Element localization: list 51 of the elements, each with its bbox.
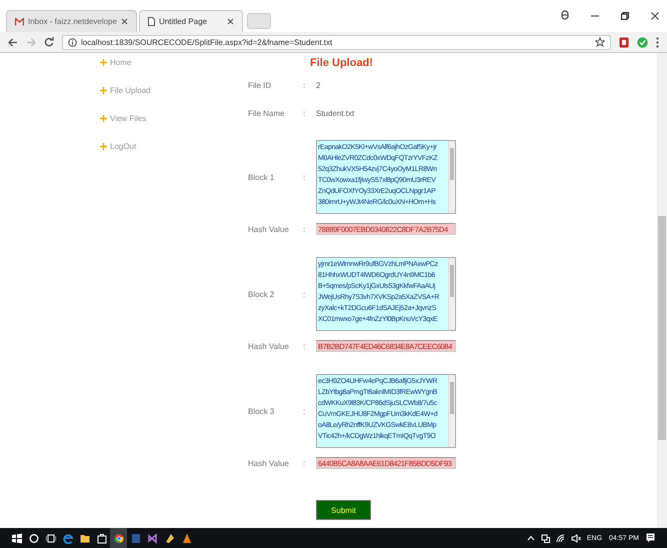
browser-tab[interactable]: Inbox - faizz.netdevelope [6, 10, 137, 32]
browser-tab[interactable]: Untitled Page [138, 10, 243, 32]
plus-icon [100, 142, 107, 150]
scrollbar[interactable] [448, 141, 455, 213]
close-icon[interactable] [226, 18, 234, 25]
plus-icon [100, 86, 107, 94]
field-value: Student.txt [316, 108, 354, 118]
field-label: File Name [248, 108, 286, 118]
field-label: Hash Value [248, 224, 290, 234]
close-icon[interactable] [120, 18, 128, 25]
scrollbar[interactable] [448, 258, 455, 330]
info-icon [68, 38, 77, 46]
separator-colon: : [303, 108, 306, 118]
menu-icon[interactable] [656, 36, 659, 48]
field-label: Block 2 [248, 290, 276, 298]
restore-icon[interactable] [621, 12, 629, 20]
notification-icon[interactable] [646, 533, 655, 543]
network-icon[interactable] [540, 534, 550, 542]
separator-colon: : [303, 172, 306, 182]
separator-colon: : [303, 342, 306, 350]
field-label: Block 1 [248, 172, 276, 182]
check-icon[interactable] [637, 36, 648, 48]
star-icon[interactable] [595, 37, 605, 47]
scrollbar[interactable] [448, 375, 455, 447]
close-icon[interactable] [651, 12, 659, 20]
page-title: File Upload! [310, 57, 374, 71]
plus-icon [100, 58, 107, 66]
chrome-icon[interactable] [110, 528, 127, 548]
chevron-up-icon[interactable] [526, 535, 535, 541]
submit-button[interactable]: Submit [316, 500, 371, 520]
page-scrollbar[interactable] [657, 53, 667, 528]
separator-colon: : [303, 224, 306, 234]
separator-colon: : [303, 458, 306, 468]
plus-icon [100, 114, 107, 122]
field-label: Block 3 [248, 406, 276, 416]
address-bar[interactable]: localhost:1839/SOURCECODE/SplitFile.aspx?id=2&fname=Student.txt [62, 34, 611, 50]
separator-colon: : [303, 406, 306, 416]
back-icon[interactable] [8, 38, 18, 46]
separator-colon: : [303, 290, 306, 298]
reload-icon[interactable] [44, 37, 54, 47]
field-label: Hash Value [248, 458, 290, 468]
speaker-icon[interactable] [570, 534, 581, 542]
account-icon[interactable] [561, 10, 569, 20]
mail-icon [15, 18, 24, 26]
page-icon [148, 17, 155, 26]
field-label: Hash Value [248, 342, 290, 350]
extension-icon[interactable] [619, 36, 629, 48]
separator-colon: : [303, 80, 306, 90]
wifi-icon[interactable] [556, 534, 565, 542]
field-label: File ID [248, 80, 272, 90]
field-value: 2 [316, 80, 320, 90]
